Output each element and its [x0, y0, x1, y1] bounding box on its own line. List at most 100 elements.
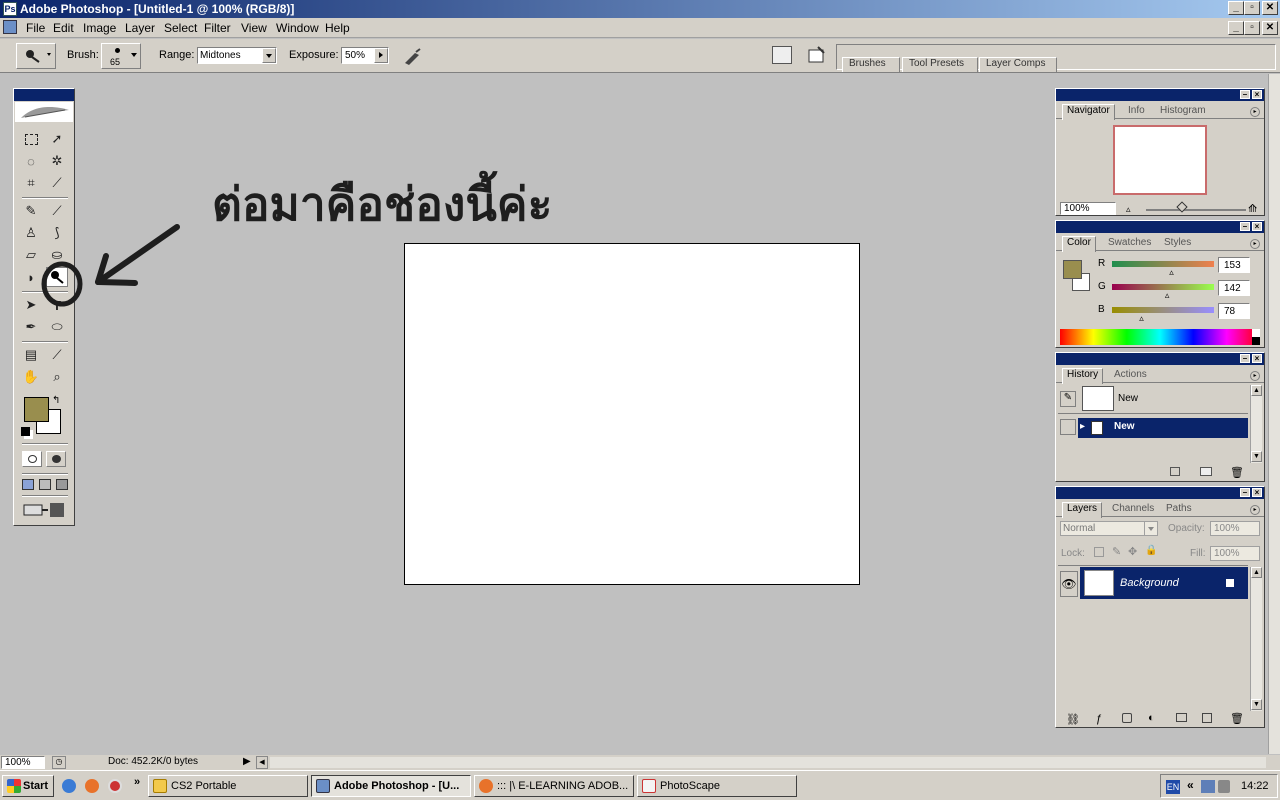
tool-preset-picker[interactable] — [16, 43, 56, 69]
brush-picker[interactable]: 65 — [101, 43, 141, 69]
taskbar-button-photoshop[interactable]: Adobe Photoshop - [U... — [311, 775, 471, 797]
tab-channels[interactable]: Channels — [1108, 503, 1158, 517]
jump-to-imageready-icon[interactable] — [22, 501, 68, 519]
color-spectrum-ramp[interactable] — [1060, 329, 1260, 345]
tab-styles[interactable]: Styles — [1160, 237, 1195, 251]
navigator-zoom-field[interactable]: 100% — [1060, 202, 1116, 215]
fill-field[interactable]: 100% — [1210, 546, 1260, 561]
scroll-down-icon[interactable]: ▼ — [1251, 451, 1262, 462]
quicklaunch-overflow-icon[interactable]: » — [134, 776, 140, 788]
scroll-left-icon[interactable]: ◀ — [256, 756, 268, 769]
menu-window[interactable]: Window — [276, 21, 319, 35]
ie-quicklaunch-icon[interactable] — [62, 779, 76, 793]
menu-filter[interactable]: Filter — [204, 21, 231, 35]
tab-info[interactable]: Info — [1124, 105, 1149, 119]
menu-image[interactable]: Image — [83, 21, 116, 35]
minimize-icon[interactable]: – — [1240, 354, 1250, 363]
layer-mask-icon[interactable] — [1122, 713, 1132, 723]
taskbar-button-firefox[interactable]: ::: |\ E-LEARNING ADOB... — [474, 775, 634, 797]
taskbar-button-cs2-portable[interactable]: CS2 Portable — [148, 775, 308, 797]
scroll-up-icon[interactable]: ▲ — [1251, 567, 1262, 578]
tab-actions[interactable]: Actions — [1110, 369, 1151, 383]
screen-mode-full-icon[interactable] — [56, 479, 68, 490]
close-icon[interactable]: × — [1252, 222, 1262, 231]
range-select[interactable]: Midtones — [197, 47, 277, 64]
channel-r-thumb[interactable]: ▵ — [1169, 267, 1174, 278]
lasso-tool-icon[interactable]: ◌ — [20, 151, 42, 171]
marquee-tool-icon[interactable] — [20, 129, 42, 149]
document-status-icon[interactable]: ◷ — [52, 756, 66, 769]
foreground-color-swatch[interactable] — [24, 397, 49, 422]
lock-pixels-icon[interactable]: ✎ — [1112, 545, 1121, 558]
tab-brushes[interactable]: Brushes — [842, 57, 900, 72]
blend-mode-select[interactable]: Normal — [1060, 521, 1158, 536]
scroll-down-icon[interactable]: ▼ — [1251, 699, 1262, 710]
tab-swatches[interactable]: Swatches — [1104, 237, 1155, 251]
restore-button[interactable]: ▫ — [1244, 1, 1260, 15]
minimize-icon[interactable]: – — [1240, 222, 1250, 231]
shape-tool-icon[interactable]: ⬭ — [46, 317, 68, 337]
palette-titlebar[interactable]: – × — [1056, 221, 1264, 233]
opacity-field[interactable]: 100% — [1210, 521, 1260, 536]
navigator-zoom-slider[interactable] — [1146, 209, 1246, 211]
magic-wand-tool-icon[interactable]: ✲ — [46, 151, 68, 171]
doc-close-button[interactable]: ✕ — [1262, 21, 1278, 35]
trash-icon[interactable]: 🗑 — [1230, 712, 1244, 725]
palette-titlebar[interactable]: – × — [1056, 89, 1264, 101]
palette-titlebar[interactable]: – × — [1056, 353, 1264, 365]
notes-tool-icon[interactable]: ▤ — [20, 345, 42, 365]
horizontal-scrollbar[interactable] — [270, 757, 1266, 768]
start-button[interactable]: Start — [2, 775, 54, 797]
workspace-scrollbar[interactable] — [1268, 74, 1280, 754]
hand-tool-icon[interactable]: ✋ — [20, 367, 42, 387]
palette-titlebar[interactable]: – × — [1056, 487, 1264, 499]
quick-mask-button[interactable] — [46, 451, 66, 467]
palette-menu-icon[interactable]: ▸ — [1250, 505, 1260, 515]
crop-tool-icon[interactable]: ⌗ — [20, 173, 42, 193]
trash-icon[interactable]: 🗑 — [1230, 466, 1244, 479]
channel-g-slider[interactable] — [1112, 284, 1214, 290]
eye-icon[interactable]: 👁 — [1060, 571, 1078, 597]
language-indicator[interactable]: EN — [1166, 780, 1180, 794]
channel-b-thumb[interactable]: ▵ — [1139, 313, 1144, 324]
lock-transparency-icon[interactable] — [1094, 547, 1104, 557]
tray-expand-icon[interactable]: « — [1187, 778, 1194, 792]
black-swatch[interactable] — [1252, 337, 1260, 345]
tab-history[interactable]: History — [1062, 368, 1104, 384]
tab-navigator[interactable]: Navigator — [1062, 104, 1115, 120]
document-canvas[interactable] — [404, 243, 860, 585]
healing-brush-tool-icon[interactable]: ✎ — [20, 201, 42, 221]
exposure-input[interactable]: 50% — [341, 47, 389, 64]
snapshot-thumbnail[interactable] — [1082, 386, 1114, 411]
new-layer-icon[interactable] — [1202, 713, 1212, 723]
screen-mode-full-menu-icon[interactable] — [39, 479, 51, 490]
brush-tool-icon[interactable]: ⟋ — [46, 201, 68, 221]
tab-tool-presets[interactable]: Tool Presets — [902, 57, 978, 72]
link-layers-icon[interactable]: ⛓ — [1066, 713, 1080, 726]
color-fg-swatch[interactable] — [1063, 260, 1082, 279]
white-swatch[interactable] — [1252, 329, 1260, 337]
swap-colors-icon[interactable]: ↰ — [52, 395, 60, 406]
tab-layer-comps[interactable]: Layer Comps — [979, 57, 1057, 72]
network-icon[interactable] — [1201, 780, 1215, 793]
history-brush-source-empty[interactable] — [1060, 419, 1076, 435]
taskbar-button-photoscape[interactable]: PhotoScape — [637, 775, 797, 797]
default-colors-icon[interactable] — [21, 427, 30, 436]
palette-menu-icon[interactable]: ▸ — [1250, 371, 1260, 381]
zoom-out-icon[interactable]: ▵ — [1126, 204, 1131, 215]
adjustment-layer-icon[interactable]: ◐ — [1148, 712, 1155, 724]
slice-tool-icon[interactable]: ⟋ — [46, 173, 68, 193]
history-state-row[interactable]: ▸ New — [1078, 418, 1248, 438]
lock-all-icon[interactable]: 🔒 — [1145, 545, 1157, 556]
screen-mode-standard-icon[interactable] — [22, 479, 34, 490]
new-document-from-state-icon[interactable] — [1170, 467, 1180, 476]
pen-tool-icon[interactable]: ✒ — [20, 317, 42, 337]
close-icon[interactable]: × — [1252, 90, 1262, 99]
tab-layers[interactable]: Layers — [1062, 502, 1103, 518]
adobe-feather-logo[interactable] — [15, 102, 73, 122]
photoshop-app-icon[interactable]: Ps — [3, 2, 17, 16]
eyedropper-tool-icon[interactable]: ⟋ — [46, 345, 68, 365]
menu-file[interactable]: File — [26, 21, 45, 35]
tab-paths[interactable]: Paths — [1162, 503, 1196, 517]
airbrush-icon[interactable] — [401, 45, 425, 67]
